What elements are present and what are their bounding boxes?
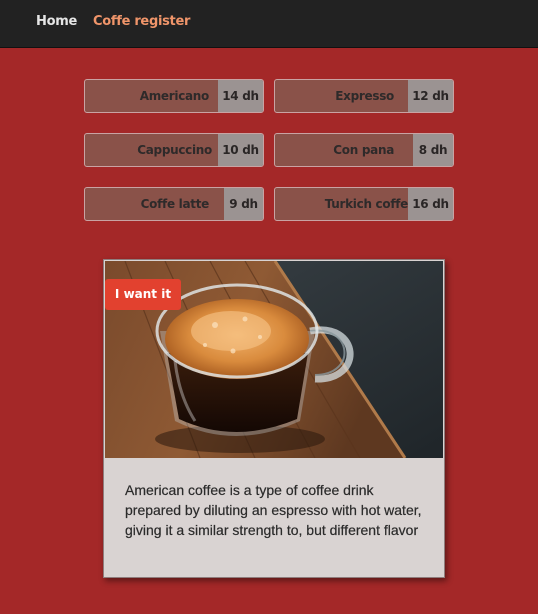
menu-item-coffe-latte[interactable]: Coffe latte 9 dh bbox=[84, 187, 264, 221]
menu-item-name: Coffe latte bbox=[140, 197, 210, 211]
menu-item-price: 9 dh bbox=[224, 188, 263, 220]
menu-item-americano[interactable]: Americano 14 dh bbox=[84, 79, 264, 113]
top-navbar: Home Coffe register bbox=[0, 0, 538, 48]
menu-item-turkich-coffe[interactable]: Turkich coffe 16 dh bbox=[274, 187, 454, 221]
menu-item-cappuccino[interactable]: Cappuccino 10 dh bbox=[84, 133, 264, 167]
menu-item-expresso[interactable]: Expresso 12 dh bbox=[274, 79, 454, 113]
menu-item-name: Cappuccino bbox=[137, 143, 212, 157]
menu-item-price: 12 dh bbox=[408, 80, 453, 112]
nav-home-link[interactable]: Home bbox=[36, 14, 77, 29]
product-description: American coffee is a type of coffee drin… bbox=[125, 482, 422, 538]
menu-item-price: 14 dh bbox=[218, 80, 263, 112]
menu-item-name: Con pana bbox=[333, 143, 394, 157]
nav-coffe-register-link[interactable]: Coffe register bbox=[93, 14, 190, 29]
menu-item-name: Turkich coffe bbox=[324, 197, 409, 211]
menu-item-name: Americano bbox=[139, 89, 210, 103]
menu-item-name: Expresso bbox=[335, 89, 394, 103]
menu-item-price: 8 dh bbox=[413, 134, 453, 166]
menu-item-con-pana[interactable]: Con pana 8 dh bbox=[274, 133, 454, 167]
i-want-it-button[interactable]: I want it bbox=[105, 279, 181, 310]
menu-item-price: 16 dh bbox=[408, 188, 453, 220]
menu-item-price: 10 dh bbox=[218, 134, 263, 166]
